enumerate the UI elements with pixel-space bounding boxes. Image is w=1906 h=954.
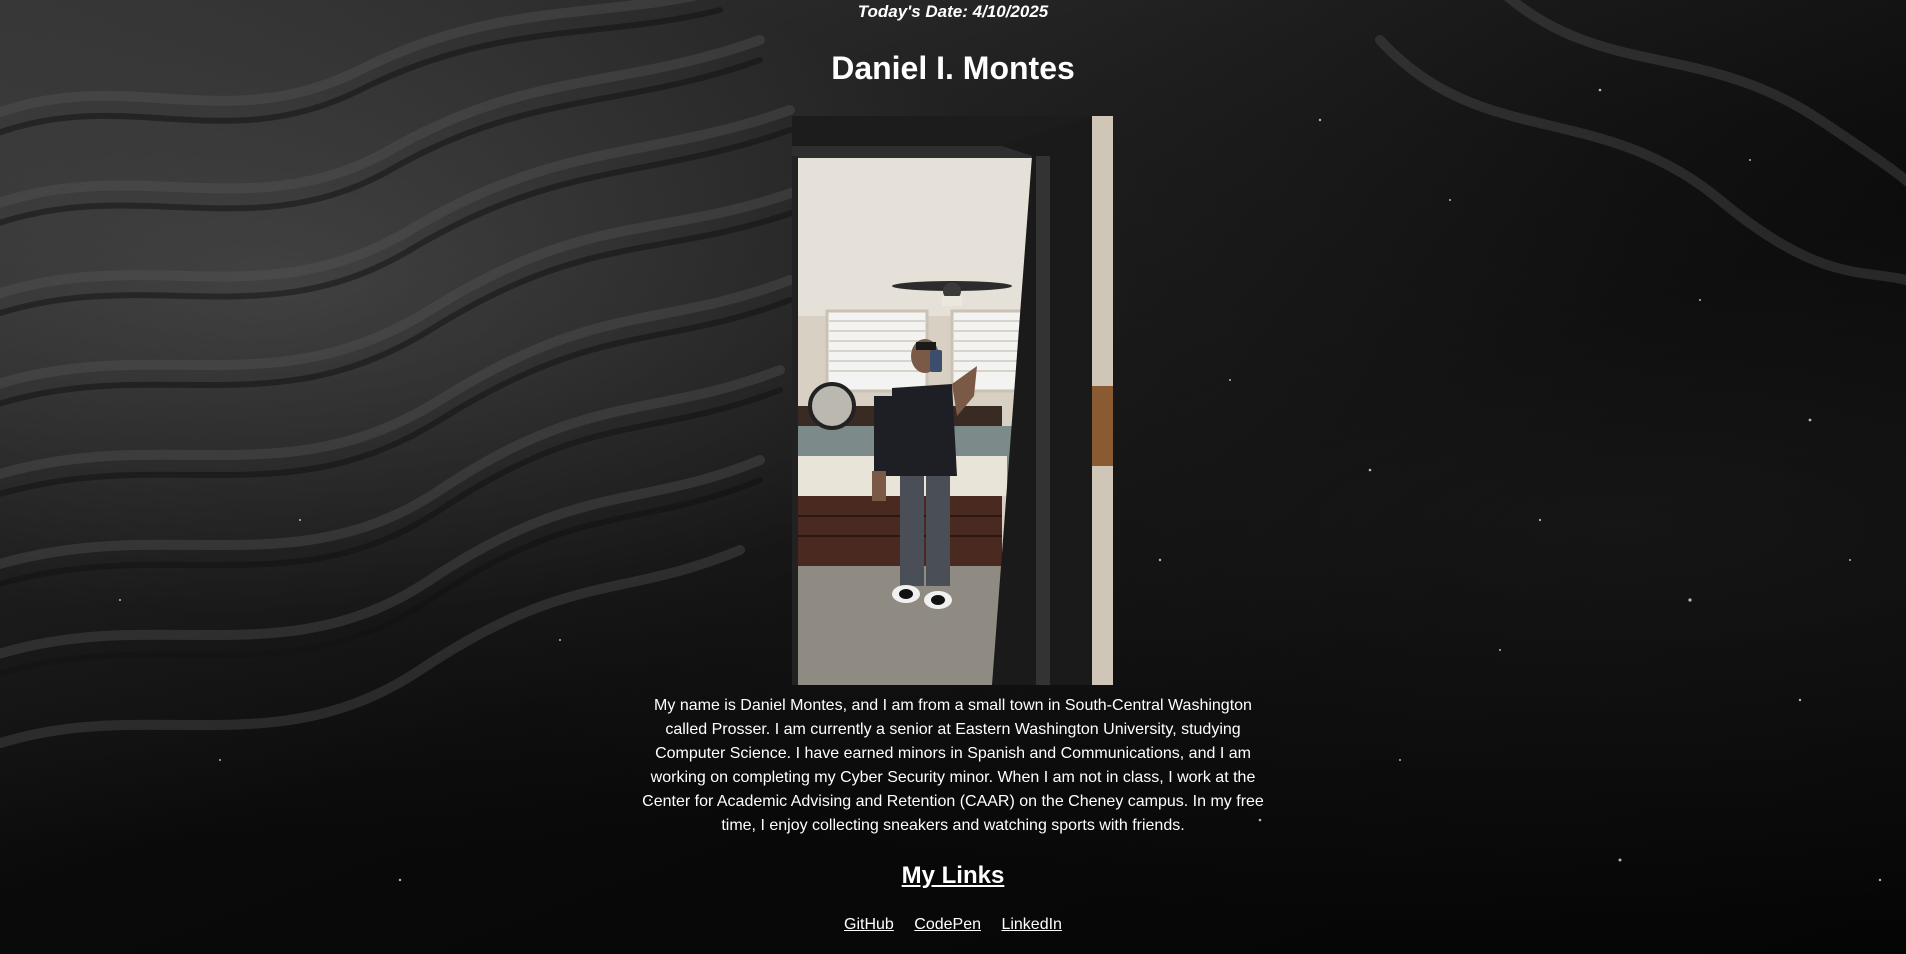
mirror-selfie-image: [792, 116, 1113, 685]
page-content: Today's Date: 4/10/2025 Daniel I. Montes: [0, 0, 1906, 954]
links-list: GitHub CodePen LinkedIn: [0, 916, 1906, 934]
github-link[interactable]: GitHub: [844, 916, 894, 933]
bio-paragraph: My name is Daniel Montes, and I am from …: [642, 697, 1264, 834]
profile-photo: [792, 116, 1113, 685]
codepen-link[interactable]: CodePen: [914, 916, 981, 933]
linkedin-link[interactable]: LinkedIn: [1001, 916, 1062, 933]
page-title: Daniel I. Montes: [831, 50, 1075, 86]
links-heading: My Links: [901, 862, 1005, 889]
todays-date: Today's Date: 4/10/2025: [857, 2, 1049, 21]
